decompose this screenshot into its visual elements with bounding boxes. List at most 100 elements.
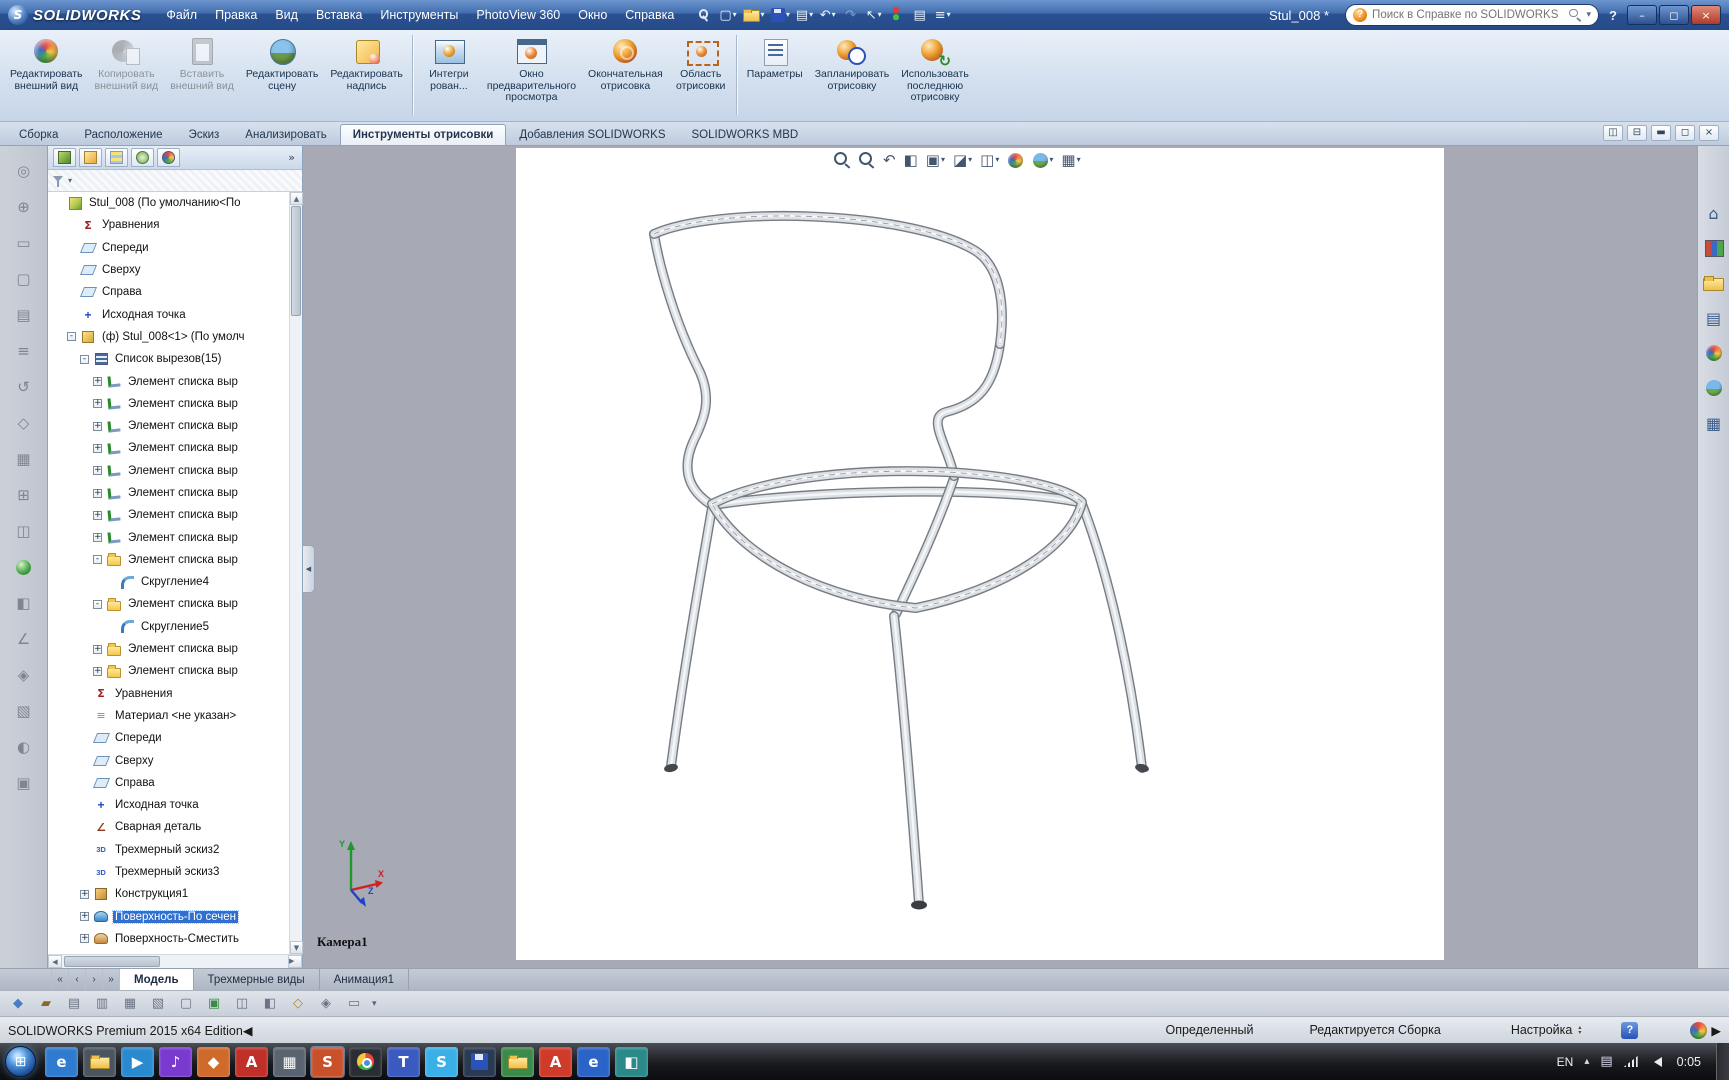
ribbon-button[interactable]: Редактировать надпись [324, 31, 409, 121]
appearances-icon[interactable] [1702, 342, 1726, 364]
tree-item[interactable]: Справа [48, 772, 289, 794]
search-icon[interactable] [1569, 8, 1581, 21]
left-toolbar-icon[interactable]: ▦ [11, 446, 37, 472]
tree-item[interactable]: Спереди [48, 237, 289, 259]
save-icon[interactable] [768, 4, 793, 26]
command-tab[interactable]: Эскиз [176, 124, 233, 145]
left-toolbar-icon[interactable]: ▭ [11, 230, 37, 256]
tree-item[interactable]: Материал <не указан> [48, 705, 289, 727]
taskbar-app-acrobat[interactable]: A [235, 1046, 268, 1077]
tree-expand-toggle[interactable]: - [93, 555, 102, 565]
left-toolbar-icon[interactable]: ↺ [11, 374, 37, 400]
macro-bar-icon[interactable]: ▤ [64, 994, 84, 1014]
tree-expand-toggle[interactable]: - [80, 354, 89, 364]
macro-bar-icon[interactable]: ▧ [148, 994, 168, 1014]
ribbon-button[interactable]: Копировать внешний вид [89, 31, 165, 121]
ribbon-button[interactable]: Параметры [741, 31, 809, 121]
command-tab[interactable]: SOLIDWORKS MBD [679, 124, 812, 145]
left-toolbar-icon[interactable]: ◧ [11, 590, 37, 616]
tree-item[interactable]: - Элемент списка выр [48, 549, 289, 571]
ribbon-button[interactable]: Запланировать отрисовку [809, 31, 896, 121]
maximize-button[interactable]: ◻ [1659, 5, 1689, 25]
command-tab[interactable]: Сборка [6, 124, 71, 145]
macro-bar-icon[interactable]: ◆ [8, 994, 28, 1014]
left-toolbar-icon[interactable]: ▧ [11, 698, 37, 724]
tree-item[interactable]: + Конструкция1 [48, 883, 289, 905]
command-tab[interactable]: Добавления SOLIDWORKS [506, 124, 678, 145]
status-help-icon[interactable]: ? [1621, 1021, 1639, 1039]
tree-item[interactable]: + Элемент списка выр [48, 660, 289, 682]
print-icon[interactable]: ▤ [793, 4, 816, 26]
scrollbar-thumb[interactable] [64, 956, 160, 967]
redo-icon[interactable]: ↷ [839, 4, 862, 26]
display-style-icon[interactable]: ◪ [953, 151, 972, 169]
hide-show-items-icon[interactable]: ◫ [980, 151, 999, 169]
taskbar-clock[interactable]: 0:05 [1673, 1055, 1705, 1069]
search-scope-dropdown-icon[interactable]: ▾ [1587, 10, 1592, 20]
left-toolbar-icon[interactable]: ▤ [11, 302, 37, 328]
tree-item[interactable]: + Поверхность-Сместить [48, 928, 289, 950]
tree-expand-toggle[interactable]: + [93, 510, 102, 520]
scroll-up-icon[interactable] [290, 192, 303, 205]
tree-item[interactable]: + Поверхность-По сечен [48, 906, 289, 928]
left-toolbar-icon[interactable]: ∠ [11, 626, 37, 652]
left-toolbar-icon[interactable] [11, 554, 37, 580]
macro-bar-icon[interactable]: ▢ [176, 994, 196, 1014]
ribbon-button[interactable]: Окончательная отрисовка [582, 31, 669, 121]
taskbar-app-internet-explorer[interactable]: e [45, 1046, 78, 1077]
rebuild-icon[interactable] [885, 4, 908, 26]
model-tab[interactable]: Модель [120, 969, 194, 990]
left-toolbar-icon[interactable]: ⊕ [11, 194, 37, 220]
left-toolbar-icon[interactable]: ◐ [11, 734, 37, 760]
filter-icon[interactable] [53, 175, 65, 187]
ribbon-button[interactable]: Вставить внешний вид [164, 31, 240, 121]
tree-item[interactable]: + Элемент списка выр [48, 437, 289, 459]
help-icon[interactable]: ? [1609, 8, 1617, 23]
taskbar-app-pdf-reader[interactable]: A [539, 1046, 572, 1077]
left-toolbar-icon[interactable]: ◈ [11, 662, 37, 688]
left-toolbar-icon[interactable]: ▣ [11, 770, 37, 796]
menu-item[interactable]: Вид [266, 4, 307, 26]
ribbon-button[interactable]: Использовать последнюю отрисовку [895, 31, 975, 121]
menu-item[interactable]: Файл [157, 4, 206, 26]
taskbar-app-file-explorer[interactable] [83, 1046, 116, 1077]
undo-icon[interactable]: ↶ [816, 4, 839, 26]
tree-item[interactable]: Трехмерный эскиз2 [48, 839, 289, 861]
graphics-viewport[interactable]: ↶ ◧ ▣ ◪ [303, 146, 1697, 968]
left-toolbar-icon[interactable]: ⊞ [11, 482, 37, 508]
tray-language-indicator[interactable]: EN [1557, 1055, 1574, 1069]
tree-item[interactable]: Уравнения [48, 683, 289, 705]
filter-dropdown-icon[interactable]: ▾ [68, 176, 72, 185]
left-toolbar-icon[interactable]: ◇ [11, 410, 37, 436]
chair-model[interactable] [516, 148, 1444, 960]
ribbon-button[interactable]: Интегри рован... [417, 31, 481, 121]
tree-expand-toggle[interactable]: + [80, 912, 89, 922]
taskbar-app-music[interactable]: ♪ [159, 1046, 192, 1077]
manager-tab[interactable] [53, 148, 76, 167]
scenes-icon[interactable] [1702, 377, 1726, 399]
tree-expand-toggle[interactable]: + [93, 533, 102, 543]
tree-expand-toggle[interactable]: + [93, 488, 102, 498]
tab-scroll-next-icon[interactable]: › [86, 969, 103, 990]
manager-tab[interactable] [105, 148, 128, 167]
tab-scroll-prev-icon[interactable]: ‹ [69, 969, 86, 990]
volume-icon[interactable] [1649, 1056, 1662, 1067]
pin-menu-icon[interactable] [693, 4, 716, 26]
tree-item[interactable]: Stul_008 (По умолчанию<По [48, 192, 289, 214]
menu-item[interactable]: Справка [616, 4, 683, 26]
macro-toolbar-dropdown-icon[interactable]: ▾ [372, 999, 377, 1009]
select-arrow-icon[interactable]: ↖ [862, 4, 885, 26]
tree-item[interactable]: + Элемент списка выр [48, 526, 289, 548]
tree-item[interactable]: Сверху [48, 749, 289, 771]
tree-item[interactable]: - Список вырезов(15) [48, 348, 289, 370]
scrollbar-thumb[interactable] [291, 206, 301, 316]
taskbar-app-console[interactable]: ▦ [273, 1046, 306, 1077]
help-search-input[interactable] [1372, 9, 1565, 21]
zoom-fit-icon[interactable] [834, 151, 851, 169]
tree-expand-toggle[interactable]: + [80, 889, 89, 899]
view-settings-icon[interactable]: ▦ [1061, 151, 1080, 169]
doc-minimize-icon[interactable]: ▬ [1651, 125, 1671, 141]
file-properties-icon[interactable]: ▤ [908, 4, 931, 26]
tree-vertical-scrollbar[interactable] [289, 192, 303, 954]
tree-item[interactable]: - Элемент списка выр [48, 593, 289, 615]
